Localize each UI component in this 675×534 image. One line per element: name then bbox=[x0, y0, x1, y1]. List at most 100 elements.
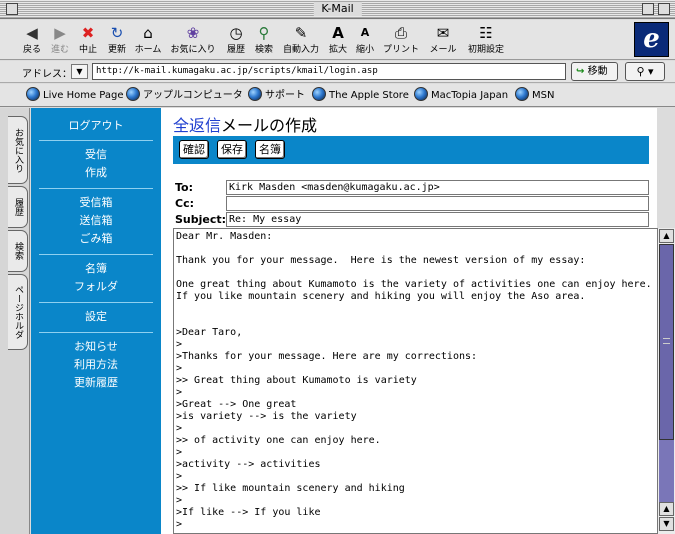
autofill-icon: ✎ bbox=[294, 24, 308, 42]
preferences-button[interactable]: ☷ 初期設定 bbox=[465, 23, 507, 55]
go-button[interactable]: ↪ 移動 bbox=[571, 62, 618, 81]
zoom-box[interactable] bbox=[642, 3, 654, 15]
nav-address-book[interactable]: 名簿 bbox=[31, 262, 161, 276]
mail-button[interactable]: ✉ メール bbox=[427, 23, 459, 55]
globe-icon bbox=[26, 87, 40, 101]
address-label: アドレス： bbox=[22, 69, 72, 80]
compose-button-bar: 確認 保存 名簿 bbox=[173, 136, 649, 164]
search-icon: ⚲ bbox=[258, 24, 270, 42]
nav-divider bbox=[39, 332, 153, 333]
close-box[interactable] bbox=[6, 3, 18, 15]
stop-button[interactable]: ✖ 中止 bbox=[74, 23, 102, 55]
tab-page-holder[interactable]: ページホルダ bbox=[8, 274, 28, 350]
magnifier-icon: ⚲ ▾ bbox=[636, 65, 654, 78]
globe-icon bbox=[414, 87, 428, 101]
cc-label: Cc: bbox=[175, 197, 194, 210]
text-smaller-button[interactable]: A 縮小 bbox=[352, 23, 378, 55]
page-title: 全返信メールの作成 bbox=[173, 116, 317, 136]
nav-divider bbox=[39, 188, 153, 189]
text-larger-button[interactable]: A 拡大 bbox=[325, 23, 351, 55]
tab-favorites[interactable]: お気に入り bbox=[8, 116, 28, 184]
address-bar: アドレス： ▼ http://k-mail.kumagaku.ac.jp/scr… bbox=[0, 61, 675, 83]
address-search-button[interactable]: ⚲ ▾ bbox=[625, 62, 665, 81]
tab-history[interactable]: 履歴 bbox=[8, 186, 28, 228]
preferences-icon: ☷ bbox=[479, 24, 493, 42]
forward-button[interactable]: ▶ 進む bbox=[46, 23, 74, 55]
favorite-link[interactable]: The Apple Store bbox=[312, 87, 409, 103]
page-title-text: メールの作成 bbox=[221, 116, 318, 135]
nav-folder[interactable]: フォルダ bbox=[31, 280, 161, 294]
refresh-button[interactable]: ↻ 更新 bbox=[103, 23, 131, 55]
body-scrollbar[interactable]: ▲ ▲ ▼ bbox=[657, 228, 675, 534]
history-icon: ◷ bbox=[229, 24, 243, 42]
refresh-icon: ↻ bbox=[110, 24, 124, 42]
favorite-link[interactable]: サポート bbox=[248, 87, 305, 103]
nav-howto[interactable]: 利用方法 bbox=[31, 358, 161, 372]
home-icon: ⌂ bbox=[143, 24, 153, 42]
nav-divider bbox=[39, 302, 153, 303]
home-button[interactable]: ⌂ ホーム bbox=[132, 23, 164, 55]
address-dropdown[interactable]: ▼ bbox=[71, 64, 88, 79]
nav-notice[interactable]: お知らせ bbox=[31, 340, 161, 354]
favorites-button[interactable]: ❀ お気に入り bbox=[169, 23, 217, 55]
history-button[interactable]: ◷ 履歴 bbox=[222, 23, 250, 55]
address-book-button[interactable]: 名簿 bbox=[255, 140, 285, 159]
nav-sent-box[interactable]: 送信箱 bbox=[31, 214, 161, 228]
nav-update-history[interactable]: 更新履歴 bbox=[31, 376, 161, 390]
reply-all-link[interactable]: 全返信 bbox=[173, 116, 221, 135]
globe-icon bbox=[515, 87, 529, 101]
explorer-side-tabs: お気に入り 履歴 検索 ページホルダ bbox=[0, 108, 30, 534]
tab-search[interactable]: 検索 bbox=[8, 230, 28, 272]
address-input[interactable]: http://k-mail.kumagaku.ac.jp/scripts/kma… bbox=[92, 63, 566, 80]
compose-pane: 全返信メールの作成 確認 保存 名簿 To: Kirk Masden <masd… bbox=[161, 108, 657, 534]
favorite-link[interactable]: アップルコンピュータ bbox=[126, 87, 243, 103]
mail-icon: ✉ bbox=[436, 24, 450, 42]
stop-icon: ✖ bbox=[81, 24, 95, 42]
nav-trash-box[interactable]: ごみ箱 bbox=[31, 232, 161, 246]
globe-icon bbox=[312, 87, 326, 101]
nav-inbox[interactable]: 受信 bbox=[31, 148, 161, 162]
subject-label: Subject: bbox=[175, 213, 227, 226]
nav-inbox-box[interactable]: 受信箱 bbox=[31, 196, 161, 210]
message-body-textarea[interactable]: Dear Mr. Masden: Thank you for your mess… bbox=[173, 228, 657, 534]
nav-compose[interactable]: 作成 bbox=[31, 166, 161, 180]
grip-icon bbox=[663, 338, 670, 344]
nav-settings[interactable]: 設定 bbox=[31, 310, 161, 324]
ie-logo-icon: e bbox=[634, 22, 669, 57]
save-button[interactable]: 保存 bbox=[217, 140, 247, 159]
browser-toolbar: ◀ 戻る ▶ 進む ✖ 中止 ↻ 更新 ⌂ ホーム ❀ お気に入り ◷ 履歴 ⚲… bbox=[0, 20, 675, 60]
favorite-link[interactable]: MacTopia Japan bbox=[414, 87, 508, 103]
globe-icon bbox=[248, 87, 262, 101]
back-arrow-icon: ◀ bbox=[26, 24, 38, 42]
favorite-link[interactable]: MSN bbox=[515, 87, 554, 103]
favorites-bar: Live Home Page アップルコンピュータ サポート The Apple… bbox=[0, 84, 675, 107]
go-arrow-icon: ↪ bbox=[576, 66, 585, 77]
favorites-icon: ❀ bbox=[186, 24, 200, 42]
to-field[interactable]: Kirk Masden <masden@kumagaku.ac.jp> bbox=[226, 180, 649, 195]
window-title-bar[interactable]: K-Mail bbox=[0, 0, 675, 19]
nav-divider bbox=[39, 140, 153, 141]
print-button[interactable]: ⎙ プリント bbox=[381, 23, 421, 55]
search-button[interactable]: ⚲ 検索 bbox=[250, 23, 278, 55]
text-smaller-icon: A bbox=[360, 26, 370, 39]
favorite-link[interactable]: Live Home Page bbox=[26, 87, 124, 103]
scroll-thumb[interactable] bbox=[659, 244, 674, 440]
nav-logout[interactable]: ログアウト bbox=[31, 119, 161, 133]
subject-field[interactable]: Re: My essay bbox=[226, 212, 649, 227]
message-body-text: Dear Mr. Masden: Thank you for your mess… bbox=[176, 231, 652, 530]
scroll-down-arrow-icon[interactable]: ▼ bbox=[659, 517, 674, 531]
scroll-up-arrow-icon[interactable]: ▲ bbox=[659, 229, 674, 243]
window-title: K-Mail bbox=[313, 2, 362, 16]
to-label: To: bbox=[175, 181, 193, 194]
back-button[interactable]: ◀ 戻る bbox=[18, 23, 46, 55]
forward-arrow-icon: ▶ bbox=[54, 24, 66, 42]
cc-field[interactable] bbox=[226, 196, 649, 211]
confirm-button[interactable]: 確認 bbox=[179, 140, 209, 159]
collapse-box[interactable] bbox=[658, 3, 670, 15]
text-larger-icon: A bbox=[332, 24, 344, 42]
globe-icon bbox=[126, 87, 140, 101]
autofill-button[interactable]: ✎ 自動入力 bbox=[280, 23, 322, 55]
scroll-up-arrow-icon[interactable]: ▲ bbox=[659, 502, 674, 516]
mail-navigation: ログアウト 受信 作成 受信箱 送信箱 ごみ箱 名簿 フォルダ 設定 お知らせ … bbox=[31, 108, 161, 534]
nav-divider bbox=[39, 254, 153, 255]
